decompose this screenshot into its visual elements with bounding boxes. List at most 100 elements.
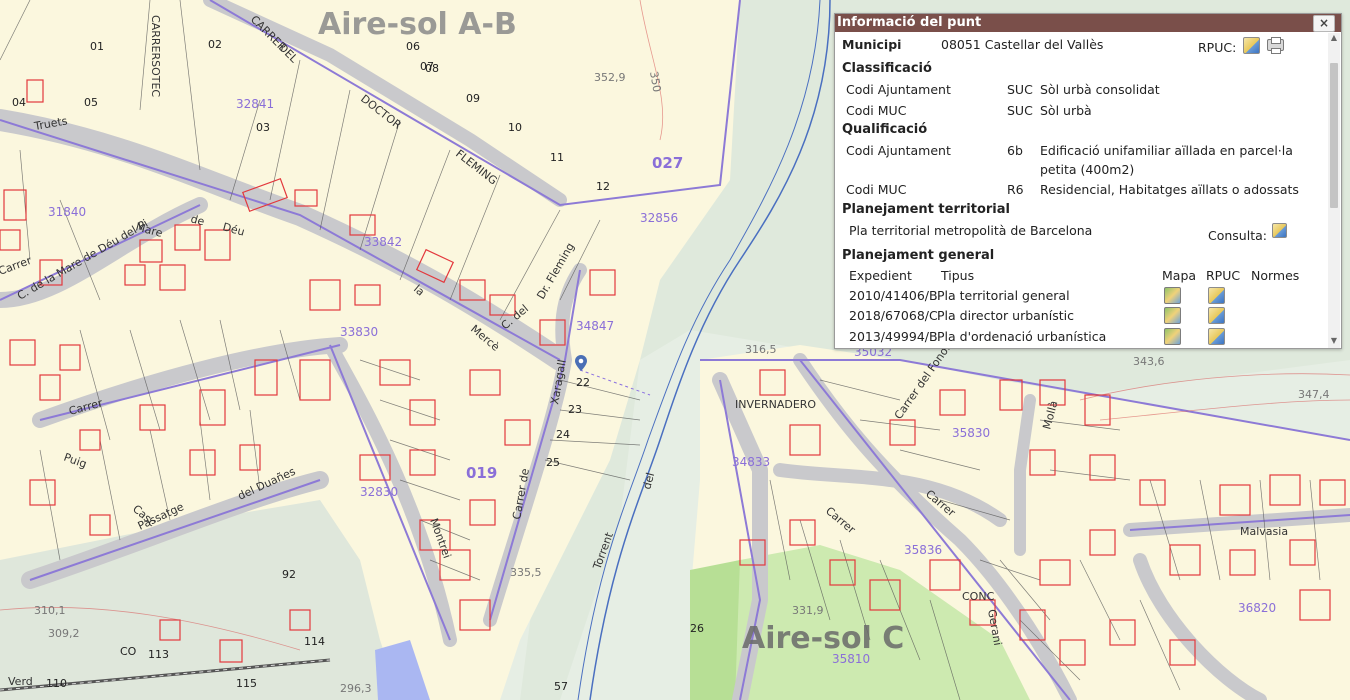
general-row-2-rpuc-icon[interactable] [1208, 307, 1225, 324]
parcel-number: 115 [236, 677, 257, 690]
consulta-document-icon[interactable] [1272, 223, 1287, 238]
close-button[interactable]: × [1313, 15, 1335, 32]
parcel-number: 03 [256, 121, 270, 134]
scroll-down-icon[interactable]: ▼ [1328, 336, 1340, 346]
street-label: INVERNADERO [735, 398, 816, 411]
street-label: CONC [962, 590, 995, 603]
parcel-number: 09 [466, 92, 480, 105]
sector-label: 35810 [832, 652, 870, 666]
classificacio-ajuntament-label: Codi Ajuntament [846, 82, 951, 97]
general-row-1-tipus: Pla territorial general [937, 288, 1070, 303]
parcel-number: 26 [690, 622, 704, 635]
parcel-number: 57 [554, 680, 568, 693]
panel-body: Municipi 08051 Castellar del Vallès RPUC… [835, 33, 1327, 348]
scroll-thumb[interactable] [1330, 63, 1338, 208]
territorial-plan: Pla territorial metropolità de Barcelona [849, 223, 1093, 238]
panel-title: Informació del punt [837, 15, 982, 30]
sector-label: 32830 [360, 485, 398, 499]
header-expedient: Expedient [849, 268, 912, 283]
header-normes: Normes [1251, 268, 1300, 283]
classificacio-muc-label: Codi MUC [846, 103, 907, 118]
qualificacio-ajuntament-code: 6b [1007, 143, 1023, 158]
general-row-3-rpuc-icon[interactable] [1208, 328, 1225, 345]
zone-label: Aire-sol C [742, 621, 904, 656]
classificacio-ajuntament-code: SUC [1007, 82, 1033, 97]
zone-label: Aire-sol A-B [318, 7, 517, 42]
sector-label: 019 [466, 464, 497, 482]
sector-label: 33830 [340, 325, 378, 339]
municipi-label: Municipi [842, 37, 902, 52]
general-row-1-expedient: 2010/41406/B [849, 288, 938, 303]
parcel-number: 113 [148, 648, 169, 661]
qualificacio-title: Qualificació [842, 122, 928, 137]
parcel-number: 10 [508, 121, 522, 134]
elevation-label: 335,5 [510, 566, 542, 579]
parcel-number: 12 [596, 180, 610, 193]
header-rpuc: RPUC [1206, 268, 1241, 283]
sector-label: 31840 [48, 205, 86, 219]
sector-label: 32841 [236, 97, 274, 111]
header-mapa: Mapa [1162, 268, 1197, 283]
elevation-label: 296,3 [340, 682, 372, 695]
sector-label: 34847 [576, 319, 614, 333]
qualificacio-ajuntament-desc2: petita (400m2) [1040, 162, 1135, 177]
parcel-number: 02 [208, 38, 222, 51]
general-row-2-tipus: Pla director urbanístic [937, 308, 1074, 323]
sector-label: 32856 [640, 211, 678, 225]
parcel-number: 01 [90, 40, 104, 53]
sector-label: 027 [652, 154, 683, 172]
parcel-number: 06 [406, 40, 420, 53]
sector-label: 33842 [364, 235, 402, 249]
printer-icon[interactable] [1267, 37, 1284, 54]
parcel-number: 11 [550, 151, 564, 164]
qualificacio-ajuntament-label: Codi Ajuntament [846, 143, 951, 158]
sector-label: 35830 [952, 426, 990, 440]
parcel-number: 114 [304, 635, 325, 648]
elevation-label: 316,5 [745, 343, 777, 356]
territorial-title: Planejament territorial [842, 202, 1010, 217]
parcel-number: CO [120, 645, 137, 658]
parcel-number: 25 [546, 456, 560, 469]
general-row-3-tipus: Pla d'ordenació urbanística [937, 329, 1107, 344]
panel-scrollbar[interactable]: ▲ ▼ [1328, 33, 1340, 348]
parcel-number: 08 [425, 62, 439, 75]
qualificacio-muc-label: Codi MUC [846, 182, 907, 197]
scroll-up-icon[interactable]: ▲ [1328, 33, 1340, 43]
classificacio-title: Classificació [842, 61, 932, 76]
sector-label: 36820 [1238, 601, 1276, 615]
elevation-label: 343,6 [1133, 355, 1165, 368]
general-row-1-map-icon[interactable] [1164, 287, 1181, 304]
general-row-2-expedient: 2018/67068/C [849, 308, 938, 323]
street-label: Malvasia [1240, 525, 1288, 538]
rpuc-label: RPUC: [1198, 40, 1237, 55]
elevation-label: 310,1 [34, 604, 66, 617]
header-tipus: Tipus [941, 268, 975, 283]
qualificacio-ajuntament-desc: Edificació unifamiliar aïllada en parcel… [1040, 143, 1293, 158]
parcel-number: 05 [84, 96, 98, 109]
sector-label: 35836 [904, 543, 942, 557]
general-row-1-rpuc-icon[interactable] [1208, 287, 1225, 304]
municipi-value: 08051 Castellar del Vallès [941, 37, 1104, 52]
general-row-3-map-icon[interactable] [1164, 328, 1181, 345]
elevation-label: 331,9 [792, 604, 824, 617]
parcel-number: 23 [568, 403, 582, 416]
parcel-number: 110 [46, 677, 67, 690]
parcel-number: 04 [12, 96, 26, 109]
classificacio-muc-desc: Sòl urbà [1040, 103, 1092, 118]
panel-header: Informació del punt × [835, 14, 1341, 32]
rpuc-document-icon[interactable] [1243, 37, 1260, 54]
location-pin-icon[interactable] [575, 355, 587, 371]
general-row-3-expedient: 2013/49994/B [849, 329, 938, 344]
classificacio-muc-code: SUC [1007, 103, 1033, 118]
elevation-label: 352,9 [594, 71, 626, 84]
street-label: CARRERSOTEC [149, 15, 162, 97]
general-title: Planejament general [842, 248, 995, 263]
point-info-panel: Informació del punt × Municipi 08051 Cas… [834, 13, 1342, 349]
general-row-2-map-icon[interactable] [1164, 307, 1181, 324]
consulta-label: Consulta: [1208, 228, 1267, 243]
street-label: Verd [8, 675, 33, 688]
classificacio-ajuntament-desc: Sòl urbà consolidat [1040, 82, 1160, 97]
elevation-label: 347,4 [1298, 388, 1330, 401]
qualificacio-muc-code: R6 [1007, 182, 1024, 197]
parcel-number: 92 [282, 568, 296, 581]
